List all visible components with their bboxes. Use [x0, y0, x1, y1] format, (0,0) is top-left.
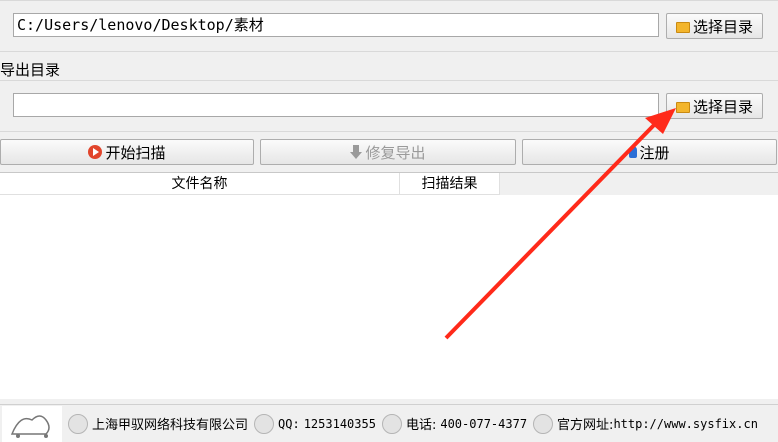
company-logo [2, 405, 62, 442]
red-arrow-annotation [444, 108, 676, 340]
company-name: 上海甲驭网络科技有限公司 [92, 418, 249, 433]
building-icon [68, 413, 88, 434]
phone-icon [381, 413, 402, 434]
qq-number: 1253140355 [303, 416, 376, 431]
phone-label: 电话: [405, 418, 437, 433]
website-label: 官方网址: [557, 418, 614, 433]
globe-icon [533, 413, 554, 434]
footer-bar: 上海甲驭网络科技有限公司 QQ: 1253140355 电话: 400-077-… [0, 404, 778, 442]
website-url[interactable]: http://www.sysfix.cn [613, 417, 758, 431]
qq-label: QQ: [278, 416, 300, 431]
arrow-shaft [444, 122, 657, 340]
phone-number: 400-077-4377 [440, 416, 528, 431]
qq-icon [254, 413, 275, 434]
